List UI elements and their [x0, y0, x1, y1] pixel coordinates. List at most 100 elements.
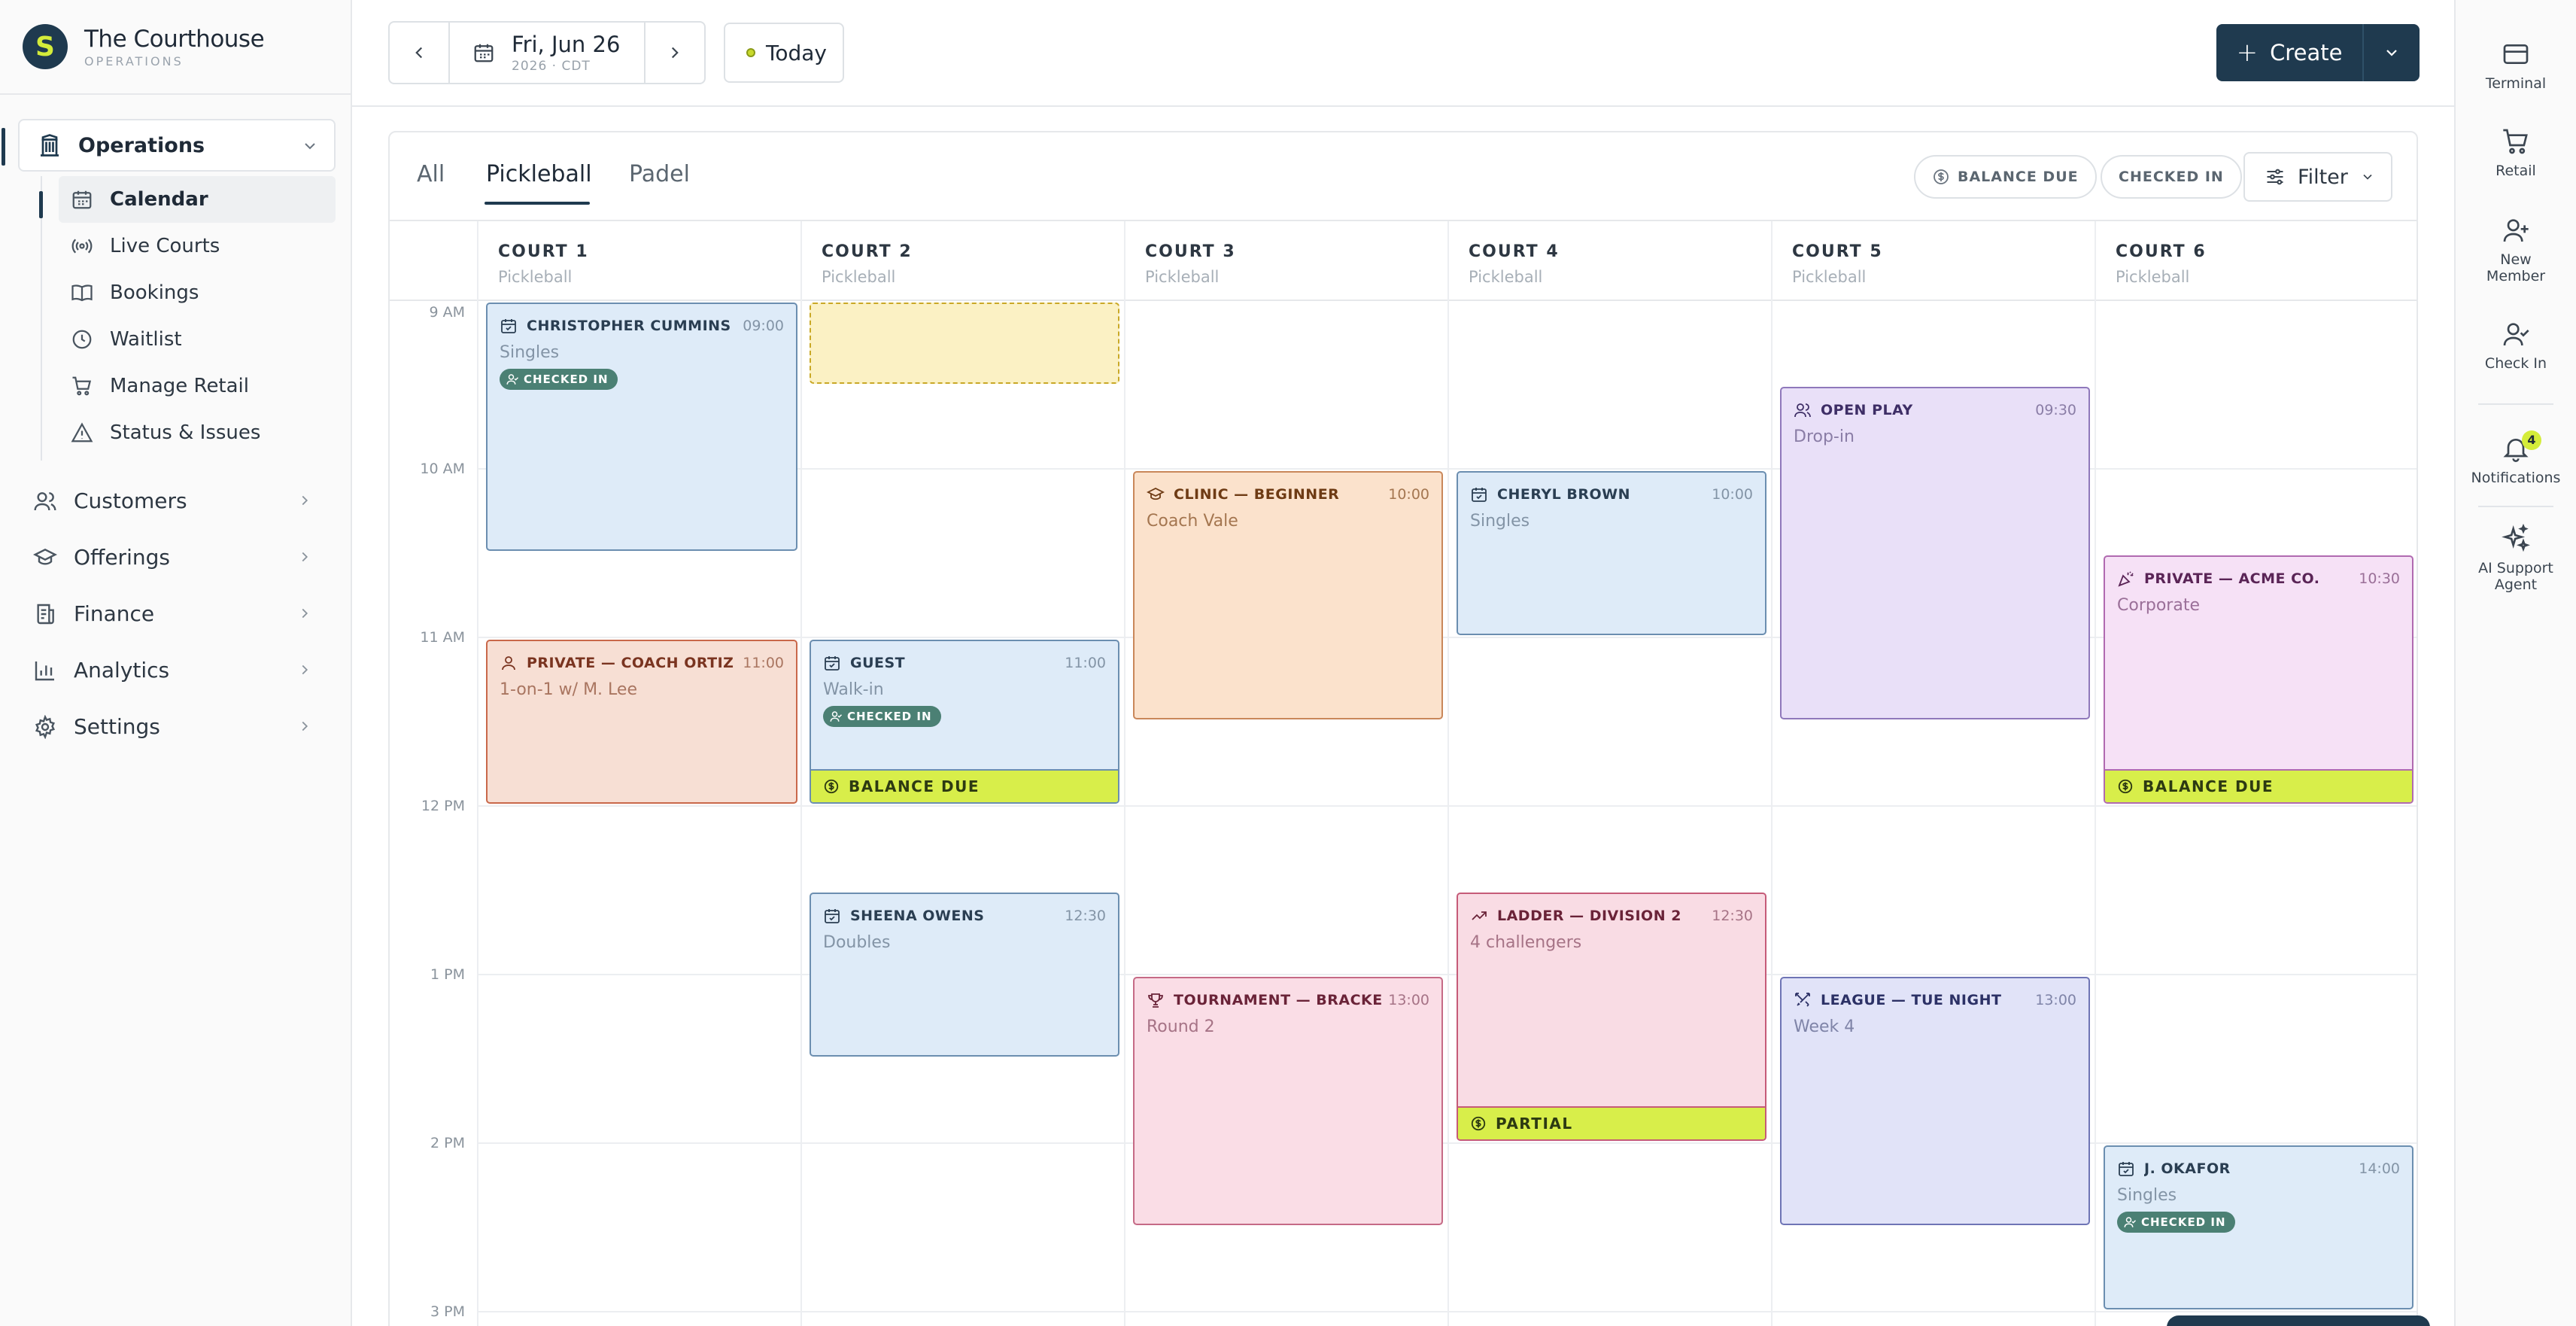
brand-subtitle: OPERATIONS	[84, 53, 184, 68]
event-subtitle: Drop-in	[1794, 427, 1855, 446]
event-title: OPEN PLAY	[1821, 402, 1913, 418]
event-title: TOURNAMENT — BRACKET B	[1174, 992, 1383, 1008]
create-dropdown-button[interactable]	[2364, 24, 2420, 81]
booking-event[interactable]: J. OKAFOR 14:00 Singles CHECKED IN	[2104, 1145, 2413, 1309]
event-title: CHERYL BROWN	[1497, 486, 1631, 503]
date-navigator: Fri, Jun 26 2026 · CDT	[388, 21, 706, 84]
time-label: 10 AM	[420, 461, 465, 477]
event-subtitle: Singles	[1470, 512, 1530, 531]
rail-notifications[interactable]: 4 Notifications	[2456, 430, 2576, 486]
create-button[interactable]: + Create	[2216, 24, 2364, 81]
subnav-line	[41, 176, 42, 461]
rail-terminal[interactable]: Terminal	[2456, 39, 2576, 92]
next-day-button[interactable]	[644, 23, 704, 83]
event-title: PRIVATE — COACH ORTIZ	[527, 655, 734, 671]
sidebar-item-analytics[interactable]: Analytics	[0, 642, 351, 698]
sidebar-item-manage-retail[interactable]: Manage Retail	[59, 363, 336, 409]
court-name: COURT 6	[2116, 242, 2207, 261]
event-subtitle: Week 4	[1794, 1017, 1855, 1036]
time-label: 11 AM	[420, 629, 465, 646]
court-name: COURT 3	[1145, 242, 1236, 261]
booking-event[interactable]: CHRISTOPHER CUMMINS 09:00 Singles CHECKE…	[486, 303, 797, 551]
sidebar-item-settings[interactable]: Settings	[0, 698, 351, 755]
booking-event[interactable]: CLINIC — BEGINNER 10:00 Coach Vale	[1133, 471, 1443, 719]
booking-event[interactable]: LEAGUE — TUE NIGHT 13:00 Week 4	[1780, 977, 2090, 1225]
booking-event[interactable]: CHERYL BROWN 10:00 Singles	[1457, 471, 1766, 635]
user-check-icon	[506, 374, 519, 385]
event-title: PRIVATE — ACME CO.	[2144, 570, 2320, 587]
booking-event[interactable]: PRIVATE — COACH ORTIZ 11:00 1-on-1 w/ M.…	[486, 640, 797, 804]
court-header: COURT 6 Pickleball	[2096, 221, 2417, 301]
sidebar-item-offerings[interactable]: Offerings	[0, 529, 351, 585]
operations-subnav: Calendar Live Courts Bookings Waitlist M…	[39, 176, 339, 461]
sidebar-item-label: Bookings	[110, 281, 199, 304]
court-sport: Pickleball	[1792, 268, 1867, 286]
sidebar-item-label: Live Courts	[110, 235, 220, 257]
chevron-right-icon	[302, 608, 308, 619]
rail-ai-support-agent[interactable]: AI Support Agent	[2456, 524, 2576, 593]
date-year-timezone: 2026 · CDT	[512, 59, 591, 74]
brand[interactable]: S The Courthouse OPERATIONS	[23, 23, 265, 71]
sparkle-icon	[2502, 524, 2530, 552]
booking-event[interactable]: PRIVATE — ACME CO. 10:30 Corporate BALAN…	[2104, 555, 2413, 804]
event-time: 10:00	[1712, 486, 1753, 503]
rail-check-in[interactable]: Check In	[2456, 319, 2576, 372]
date-picker-button[interactable]: Fri, Jun 26 2026 · CDT	[450, 23, 644, 83]
previous-day-button[interactable]	[390, 23, 450, 83]
floating-action-tab[interactable]	[2167, 1315, 2430, 1326]
chevron-right-icon	[671, 47, 679, 59]
rail-separator	[2478, 506, 2553, 507]
event-time: 13:00	[2035, 992, 2076, 1008]
sidebar-item-waitlist[interactable]: Waitlist	[59, 316, 336, 363]
card-icon	[2503, 44, 2529, 64]
event-time: 10:30	[2359, 570, 2400, 587]
user-check-icon	[2503, 323, 2529, 346]
partial-payment-footer: PARTIAL	[1458, 1106, 1765, 1139]
sidebar-item-calendar[interactable]: Calendar	[59, 176, 336, 223]
sidebar-item-operations[interactable]: Operations	[2, 119, 336, 172]
rail-label: Notifications	[2471, 470, 2561, 486]
tab-pickleball[interactable]: Pickleball	[486, 161, 592, 187]
tab-all[interactable]: All	[417, 161, 445, 187]
checked-in-filter-chip[interactable]: CHECKED IN	[2101, 155, 2242, 199]
time-label: 2 PM	[430, 1135, 465, 1151]
sidebar-item-live-courts[interactable]: Live Courts	[59, 223, 336, 269]
selected-time-slot[interactable]	[810, 303, 1119, 384]
graduation-cap-icon	[33, 548, 57, 565]
booking-event[interactable]: OPEN PLAY 09:30 Drop-in	[1780, 387, 2090, 719]
rail-label: Retail	[2496, 163, 2536, 179]
calendar-check-icon	[825, 909, 840, 923]
bar-chart-icon	[35, 661, 54, 680]
sidebar-item-finance[interactable]: Finance	[0, 585, 351, 642]
chevron-right-icon	[302, 495, 308, 506]
booking-event[interactable]: SHEENA OWENS 12:30 Doubles	[810, 893, 1119, 1057]
booking-event[interactable]: GUEST 11:00 Walk-in CHECKED IN BALANCE D…	[810, 640, 1119, 804]
swords-icon	[1795, 993, 1810, 1007]
time-label: 9 AM	[429, 304, 465, 321]
court-name: COURT 5	[1792, 242, 1883, 261]
grid-line	[477, 221, 478, 1326]
court-header: COURT 2 Pickleball	[802, 221, 1125, 301]
today-button[interactable]: Today	[724, 23, 844, 83]
court-sport: Pickleball	[1469, 268, 1543, 286]
time-label: 12 PM	[421, 798, 465, 814]
time-gutter-header	[390, 221, 478, 301]
balance-due-filter-chip[interactable]: BALANCE DUE	[1914, 155, 2097, 199]
booking-event[interactable]: TOURNAMENT — BRACKET B 13:00 Round 2	[1133, 977, 1443, 1225]
gear-icon	[35, 714, 56, 739]
sidebar-item-status-issues[interactable]: Status & Issues	[59, 409, 336, 456]
rail-new-member[interactable]: New Member	[2456, 215, 2576, 284]
rail-retail[interactable]: Retail	[2456, 126, 2576, 179]
dollar-circle-icon	[1471, 1116, 1486, 1131]
booking-event[interactable]: LADDER — DIVISION 2 12:30 4 challengers …	[1457, 893, 1766, 1141]
grid-line	[1447, 221, 1449, 1326]
tab-padel[interactable]: Padel	[629, 161, 690, 187]
chip-label: BALANCE DUE	[1958, 169, 2079, 185]
sidebar-item-bookings[interactable]: Bookings	[59, 269, 336, 316]
sliders-icon	[2267, 169, 2283, 185]
sidebar-item-label: Status & Issues	[110, 421, 261, 444]
filter-button[interactable]: Filter	[2243, 152, 2392, 202]
active-indicator	[2, 128, 5, 166]
dollar-circle-icon	[2118, 779, 2133, 794]
sidebar-item-customers[interactable]: Customers	[0, 473, 351, 529]
